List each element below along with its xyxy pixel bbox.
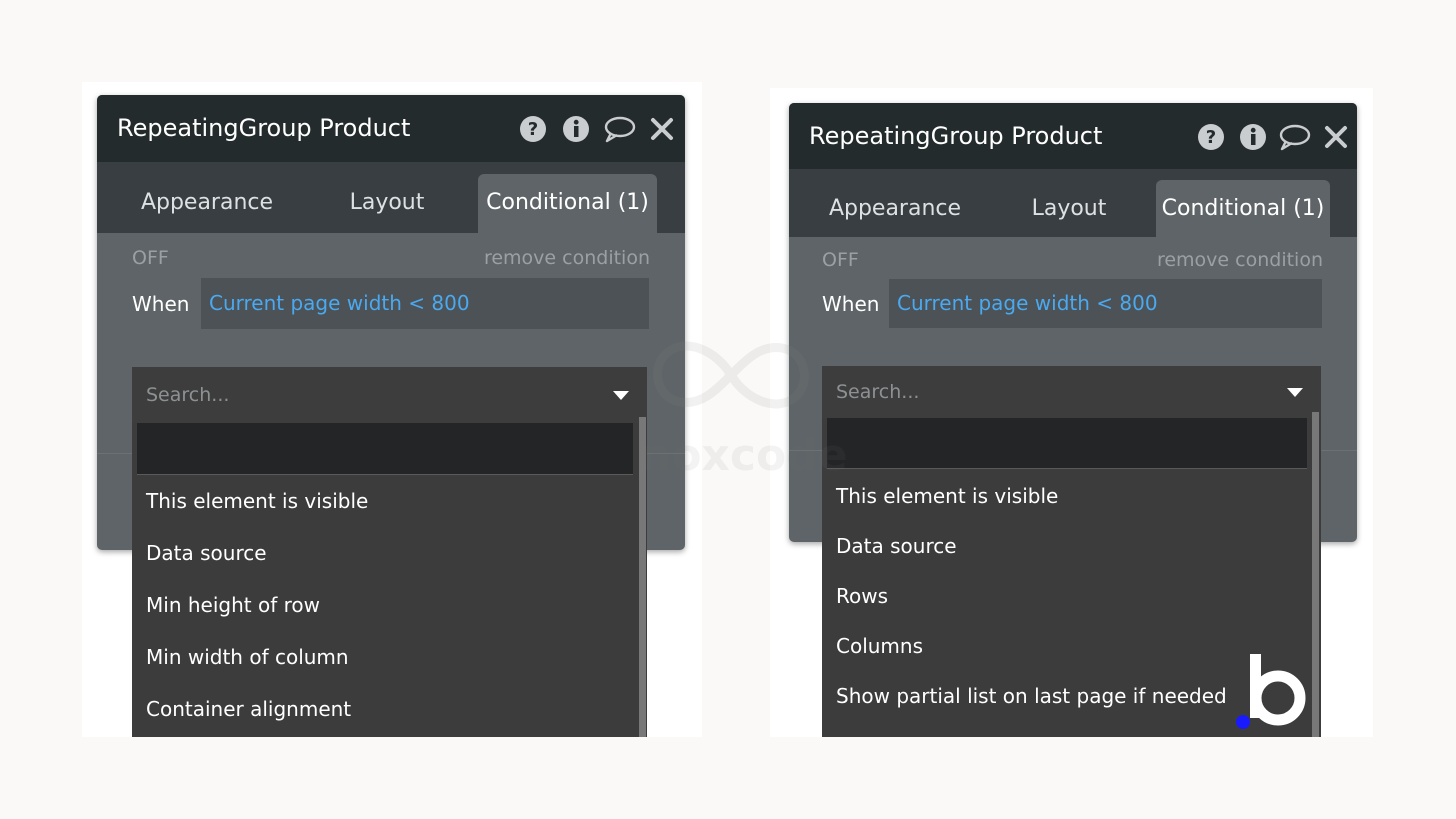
condition-status[interactable]: OFF: [822, 249, 859, 271]
tab-layout[interactable]: Layout: [1001, 180, 1137, 237]
dropdown-option[interactable]: Rows: [836, 584, 888, 608]
tab-layout[interactable]: Layout: [317, 174, 457, 233]
editor-header: RepeatingGroup Product ?: [789, 103, 1357, 169]
search-placeholder: Search...: [836, 381, 920, 403]
tab-bar: Appearance Layout Conditional (1): [789, 169, 1357, 237]
remove-condition-link[interactable]: remove condition: [1157, 249, 1323, 271]
dropdown-scrollbar[interactable]: [1312, 412, 1319, 737]
editor-title: RepeatingGroup Product: [117, 114, 411, 142]
chevron-down-icon[interactable]: [613, 391, 629, 400]
dropdown-search-bar[interactable]: Search...: [132, 367, 647, 423]
watermark-text: noxcode: [640, 430, 848, 481]
dropdown-option[interactable]: Container alignment: [146, 697, 351, 721]
dropdown-search-bar[interactable]: Search...: [822, 366, 1321, 418]
dropdown-option[interactable]: Min width of column: [146, 645, 349, 669]
tab-appearance[interactable]: Appearance: [809, 180, 981, 237]
search-input[interactable]: [827, 418, 1307, 469]
search-placeholder: Search...: [146, 384, 230, 406]
property-dropdown[interactable]: Search... This element is visible Data s…: [132, 367, 647, 737]
search-input[interactable]: [137, 423, 633, 475]
dropdown-option[interactable]: Data source: [146, 541, 267, 565]
comment-icon[interactable]: [603, 115, 637, 143]
remove-condition-link[interactable]: remove condition: [484, 247, 650, 269]
help-icon[interactable]: ?: [519, 115, 547, 143]
editor-title: RepeatingGroup Product: [809, 122, 1103, 150]
svg-text:?: ?: [1206, 127, 1216, 148]
editor-header: RepeatingGroup Product ?: [97, 95, 685, 162]
condition-expression-field[interactable]: Current page width < 800: [889, 279, 1322, 328]
tab-conditional[interactable]: Conditional (1): [1156, 180, 1330, 237]
info-icon[interactable]: [1239, 123, 1267, 151]
dropdown-option[interactable]: This element is visible: [146, 489, 368, 513]
right-screenshot-card: RepeatingGroup Product ? Appearance Layo…: [770, 88, 1373, 737]
comment-icon[interactable]: [1278, 123, 1312, 151]
condition-expression-field[interactable]: Current page width < 800: [201, 278, 649, 329]
tab-bar: Appearance Layout Conditional (1): [97, 162, 685, 233]
dropdown-option[interactable]: Data source: [836, 534, 957, 558]
tab-conditional[interactable]: Conditional (1): [478, 174, 657, 233]
when-label: When: [822, 292, 880, 316]
help-icon[interactable]: ?: [1197, 123, 1225, 151]
close-icon[interactable]: [650, 115, 674, 143]
condition-status[interactable]: OFF: [132, 247, 169, 269]
close-icon[interactable]: [1324, 123, 1348, 151]
bubble-logo-icon: [1232, 650, 1312, 732]
dropdown-option[interactable]: This element is visible: [836, 484, 1058, 508]
tab-appearance[interactable]: Appearance: [117, 174, 297, 233]
svg-text:?: ?: [528, 119, 538, 140]
dropdown-option[interactable]: Columns: [836, 634, 923, 658]
when-label: When: [132, 292, 190, 316]
info-icon[interactable]: [562, 115, 590, 143]
left-screenshot-card: RepeatingGroup Product ? Appearance Layo…: [82, 82, 702, 737]
dropdown-option[interactable]: Min height of row: [146, 593, 320, 617]
dropdown-option[interactable]: Show partial list on last page if needed: [836, 684, 1227, 708]
chevron-down-icon[interactable]: [1287, 388, 1303, 397]
